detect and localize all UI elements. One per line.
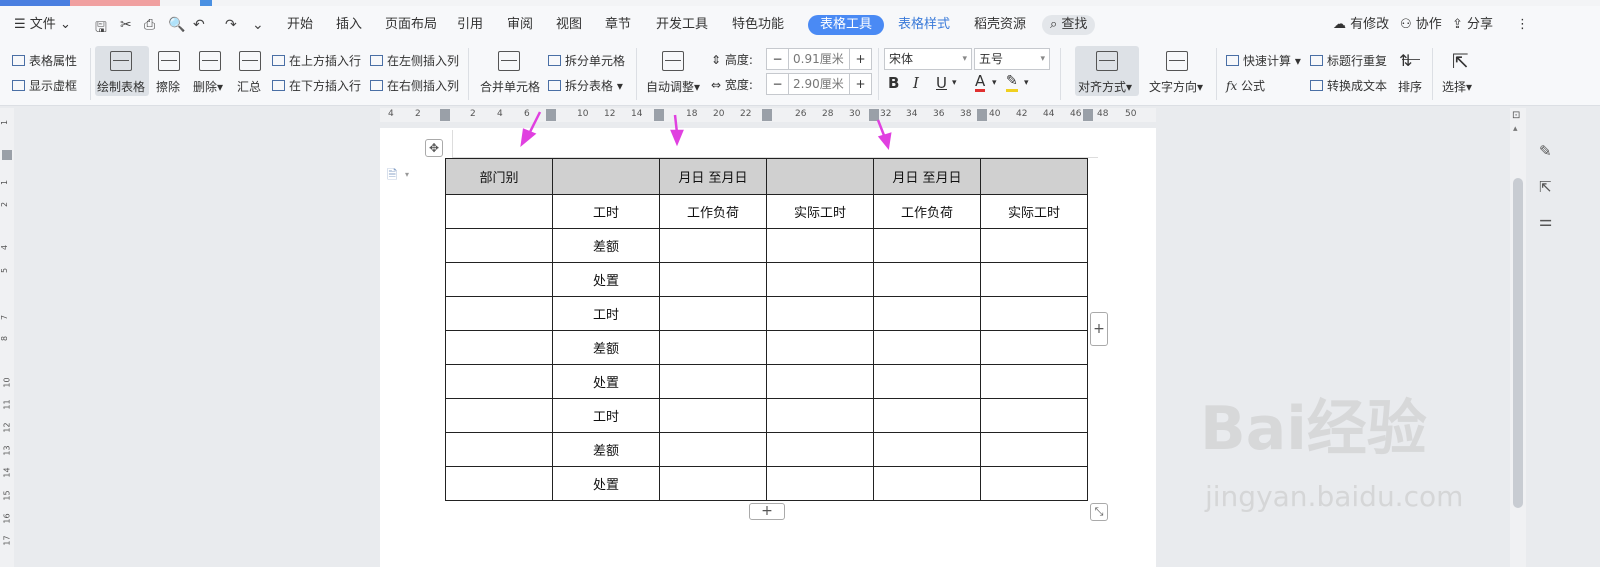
scroll-top-icon[interactable]: ⊡ <box>1512 110 1520 121</box>
sliders-icon[interactable]: ⚌ <box>1539 212 1552 230</box>
side-toolbar <box>1530 108 1600 567</box>
annotation-arrow-head <box>670 129 684 147</box>
baidu-watermark-url: jingyan.baidu.com <box>1205 480 1464 513</box>
select-cursor-icon[interactable]: ⇱ <box>1539 178 1552 196</box>
annotation-arrow-head <box>877 132 892 151</box>
scroll-up-icon[interactable]: ▴ <box>1513 124 1518 134</box>
pen-icon[interactable]: ✎ <box>1539 142 1552 160</box>
annotation-arrow-head <box>520 128 537 148</box>
scrollbar-thumb[interactable] <box>1513 178 1523 508</box>
baidu-watermark-logo: Bai经验 <box>1200 394 1427 464</box>
